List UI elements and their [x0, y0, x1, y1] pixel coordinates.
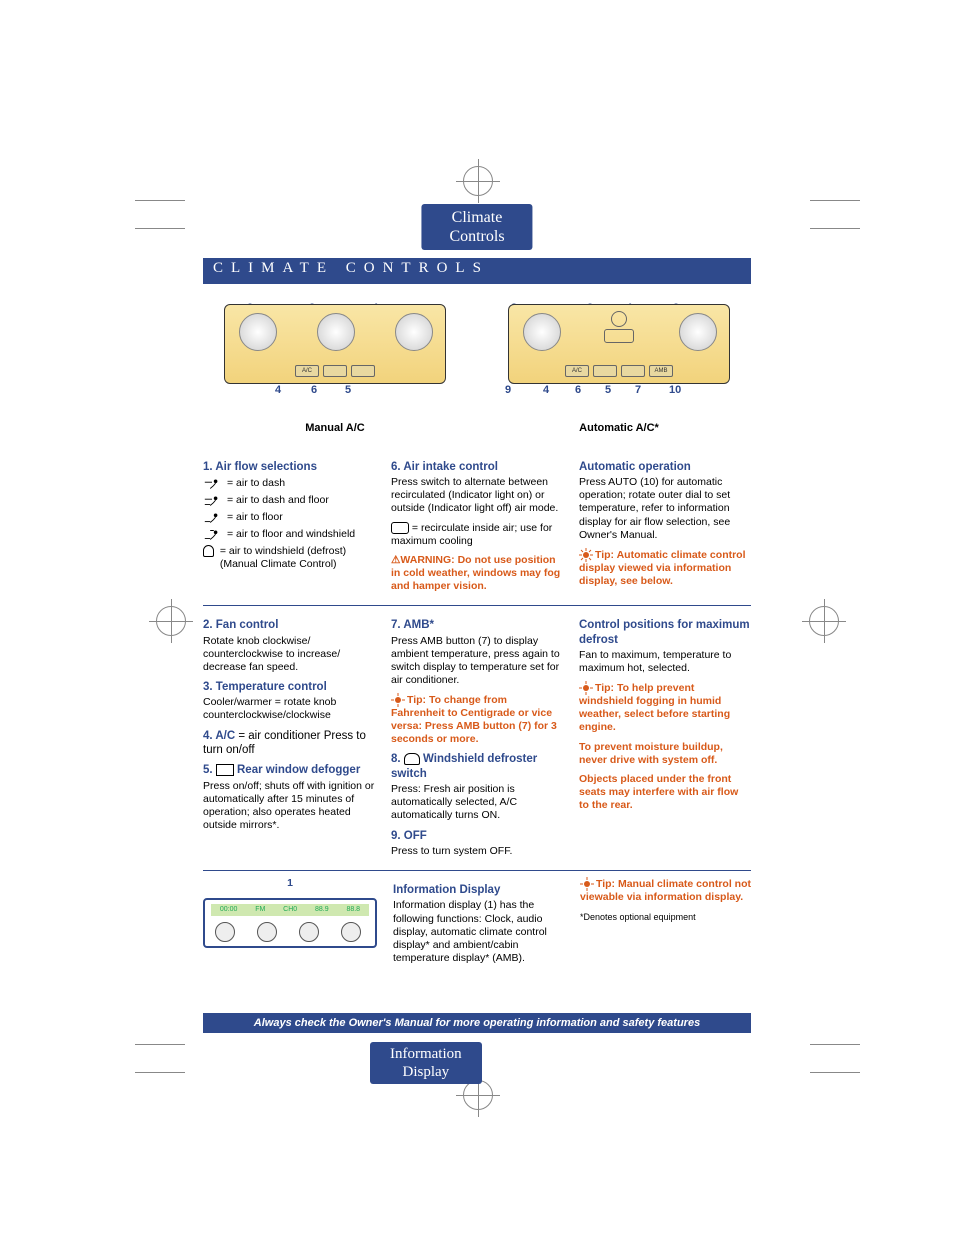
sun-tip-icon	[579, 681, 593, 695]
radio-diagram: 00:00FMCH088.988.8	[203, 898, 377, 948]
footer-strip: Always check the Owner's Manual for more…	[203, 1013, 751, 1033]
fan-heading: 2. Fan control	[203, 618, 375, 632]
header-tab: Climate Controls	[421, 204, 532, 250]
air-dash-floor-icon	[203, 494, 221, 508]
intake-body: Press switch to alternate between recirc…	[391, 476, 563, 515]
temp-heading: 3. Temperature control	[203, 680, 375, 694]
air-dash-icon	[203, 477, 221, 491]
intake-heading: 6. Air intake control	[391, 460, 563, 474]
manual-caption: Manual A/C	[203, 422, 467, 436]
auto-ac-panel: A/CAMB	[508, 304, 730, 384]
sun-tip-icon	[579, 548, 593, 562]
sun-tip-icon	[580, 877, 594, 891]
manual-ac-panel: A/C	[224, 304, 446, 384]
section-title: CLIMATE CONTROLS	[203, 258, 751, 284]
auto-op-heading: Automatic operation	[579, 460, 751, 474]
recirc-icon	[391, 522, 409, 534]
auto-op-body: Press AUTO (10) for automatic operation;…	[579, 476, 751, 542]
ws-defrost-icon	[404, 753, 420, 765]
warning-triangle-icon: ⚠	[391, 554, 400, 566]
max-defrost-heading: Control positions for maximum defrost	[579, 618, 751, 647]
info-display-heading: Information Display	[393, 883, 564, 897]
rear-defog-icon	[216, 764, 234, 776]
auto-caption: Automatic A/C*	[487, 422, 751, 436]
off-heading: 9. OFF	[391, 829, 563, 843]
defrost-icon	[203, 545, 214, 557]
air-floor-icon	[203, 511, 221, 525]
sun-tip-icon	[391, 693, 405, 707]
air-floor-ws-icon	[203, 528, 221, 542]
amb-heading: 7. AMB*	[391, 618, 563, 632]
airflow-heading: 1. Air flow selections	[203, 460, 375, 474]
footnote: *Denotes optional equipment	[580, 912, 751, 923]
warning-text: WARNING: Do not use position in cold wea…	[391, 554, 560, 592]
info-tab: Information Display	[370, 1042, 482, 1084]
